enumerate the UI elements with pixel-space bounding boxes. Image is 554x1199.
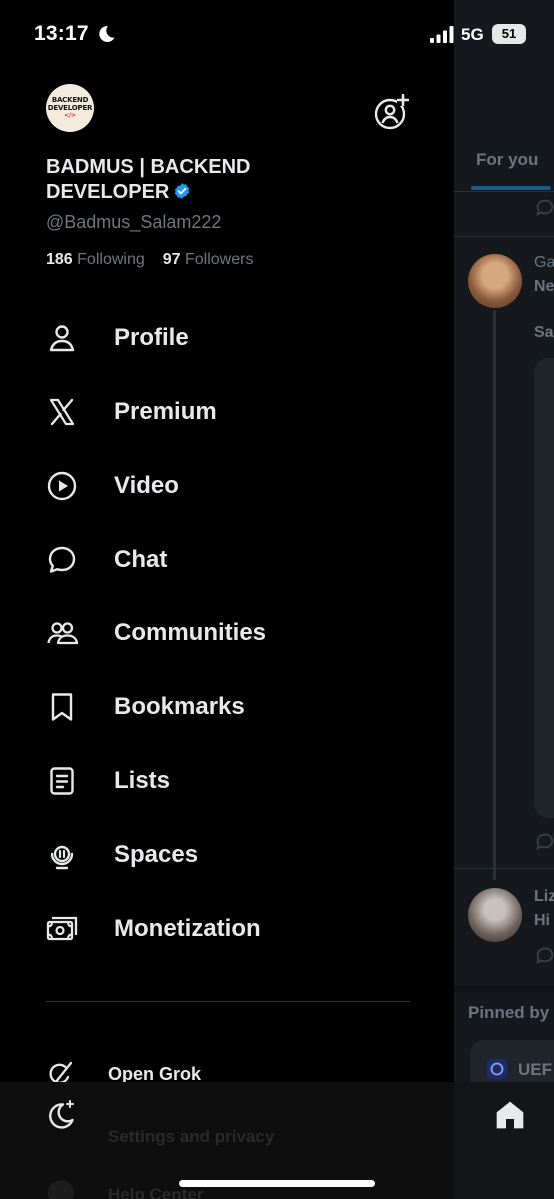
- handle: @Badmus_Salam222: [46, 212, 222, 232]
- menu-item-profile[interactable]: Profile: [46, 313, 406, 363]
- verified-badge-icon: [175, 183, 190, 199]
- menu-item-spaces[interactable]: Spaces: [46, 830, 406, 880]
- menu-label: Chat: [114, 546, 168, 573]
- reply-icon[interactable]: [534, 830, 554, 852]
- section-gap: [454, 986, 554, 992]
- post-text: Hi: [534, 912, 550, 929]
- post-author: Liz: [534, 888, 554, 905]
- tab-underline: [471, 186, 551, 190]
- menu-item-chat[interactable]: Chat: [46, 535, 406, 585]
- avatar-text: </>: [64, 112, 76, 119]
- settings-link-faded[interactable]: Settings and privacy: [108, 1127, 274, 1147]
- battery-icon: 51: [492, 24, 526, 44]
- microphone-icon: [50, 845, 74, 870]
- bookmark-icon: [51, 693, 73, 721]
- menu-label: Profile: [114, 324, 189, 351]
- menu-label: Lists: [114, 767, 171, 794]
- background-feed: For you Ga Ne Sa Liz Hi Pinned by UEF: [454, 0, 554, 1199]
- home-icon[interactable]: [493, 1099, 527, 1131]
- post-avatar[interactable]: [468, 888, 522, 942]
- menu-label: Monetization: [114, 915, 261, 942]
- display-name[interactable]: BADMUS | BACKEND DEVELOPER: [46, 155, 306, 205]
- post-text: Sa: [534, 324, 554, 341]
- followers-link[interactable]: 97 Followers: [163, 251, 254, 268]
- menu-item-bookmarks[interactable]: Bookmarks: [46, 682, 406, 732]
- communities-icon: [47, 622, 78, 645]
- thread-line: [493, 310, 496, 880]
- post-media-card[interactable]: [534, 358, 554, 818]
- post-author: Ga: [534, 254, 554, 271]
- network-type: 5G: [461, 25, 484, 44]
- uefa-logo-icon: [486, 1058, 508, 1080]
- post-text: Ne: [534, 278, 554, 295]
- avatar[interactable]: BACKEND DEVELOPER </>: [46, 84, 94, 132]
- avatar-text: BACKEND: [51, 96, 89, 104]
- follow-counts: 186 Following 97 Followers: [46, 251, 253, 269]
- play-icon: [47, 471, 77, 501]
- pinned-community-name: UEF: [518, 1060, 552, 1079]
- menu-label: Communities: [114, 619, 267, 646]
- side-drawer: BACKEND DEVELOPER </> BADMUS | BACKEND D…: [0, 0, 454, 1199]
- display-name-text: BADMUS | BACKEND DEVELOPER: [46, 156, 251, 203]
- menu-label: Premium: [114, 398, 217, 425]
- do-not-disturb-icon: [99, 25, 115, 42]
- menu-item-lists[interactable]: Lists: [46, 756, 406, 806]
- menu-label: Spaces: [114, 841, 199, 868]
- status-bar: 13:17 5G 51: [0, 0, 554, 70]
- divider: [46, 1001, 410, 1002]
- following-link[interactable]: 186 Following: [46, 251, 145, 268]
- menu-item-video[interactable]: Video: [46, 461, 406, 511]
- divider: [454, 868, 554, 869]
- person-icon: [49, 325, 75, 352]
- reply-icon[interactable]: [534, 944, 554, 966]
- home-indicator: [179, 1180, 375, 1187]
- list-icon: [50, 767, 74, 795]
- following-label: Following: [77, 251, 145, 268]
- menu-label: Video: [114, 472, 179, 499]
- menu-label: Bookmarks: [114, 693, 245, 720]
- help-icon: [48, 1180, 74, 1199]
- help-link-faded[interactable]: Help Center: [108, 1185, 203, 1199]
- menu-item-premium[interactable]: Premium: [46, 387, 406, 437]
- reply-icon[interactable]: [534, 196, 554, 218]
- avatar-text: DEVELOPER: [47, 104, 93, 112]
- money-icon: [46, 916, 78, 941]
- add-account-icon[interactable]: [373, 94, 409, 130]
- divider: [454, 191, 554, 192]
- status-time: 13:17: [34, 22, 89, 45]
- cellular-signal-icon: [430, 26, 454, 43]
- following-count: 186: [46, 251, 73, 268]
- followers-label: Followers: [185, 251, 254, 268]
- followers-count: 97: [162, 251, 181, 268]
- moon-icon[interactable]: [44, 1098, 78, 1132]
- menu-item-communities[interactable]: Communities: [46, 608, 406, 658]
- tab-for-you[interactable]: For you: [476, 150, 538, 170]
- divider: [454, 236, 554, 237]
- chat-bubble-icon: [48, 546, 76, 573]
- pinned-header: Pinned by: [468, 1003, 550, 1022]
- menu-item-monetization[interactable]: Monetization: [46, 904, 406, 954]
- post-avatar[interactable]: [468, 254, 522, 308]
- x-logo-icon: [49, 398, 75, 426]
